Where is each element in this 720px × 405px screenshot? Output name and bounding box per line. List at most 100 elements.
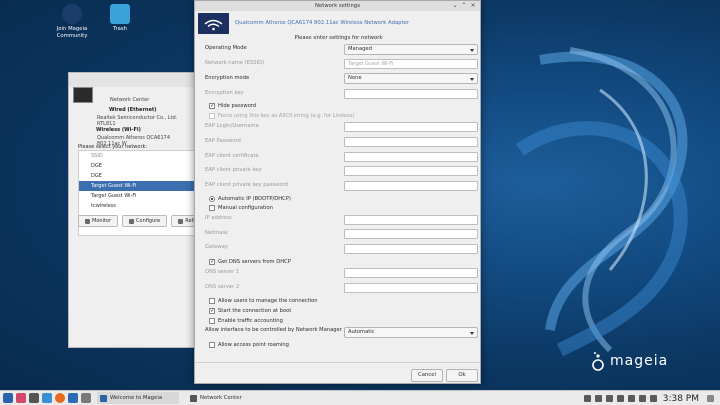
checkbox-empty-icon: [209, 318, 215, 324]
taskbar: Welcome to Mageia Network Center 3:38 PM: [0, 390, 720, 405]
tray-updates-icon[interactable]: [583, 395, 591, 402]
wired-desc: Realtek Semiconductor Co., Ltd. RTL811: [97, 115, 178, 127]
file-manager-icon[interactable]: [42, 393, 52, 403]
operating-mode-select[interactable]: Managed: [344, 44, 478, 55]
encryption-key-field[interactable]: [344, 89, 478, 99]
nm-control-select[interactable]: Automatic: [344, 327, 478, 338]
eap-key-password-label: EAP client private key password: [205, 182, 288, 188]
checkmark-icon: ✓: [209, 308, 215, 314]
checkbox-empty-icon: [209, 342, 215, 348]
ssid-field[interactable]: Target Guest Wi-Fi: [344, 59, 478, 69]
gateway-label: Gateway: [205, 244, 228, 250]
monitor-label: Monitor: [92, 218, 112, 224]
dns2-label: DNS server 2: [205, 284, 240, 290]
eap-login-label: EAP Login/Username: [205, 123, 259, 129]
network-center-task-icon: [190, 394, 197, 402]
eap-password-field[interactable]: [344, 137, 478, 147]
checkbox-empty-icon: [209, 113, 215, 119]
gateway-field[interactable]: [344, 244, 478, 254]
start-boot-label: Start the connection at boot: [218, 308, 292, 314]
wired-section[interactable]: Wired (Ethernet) Realtek Semiconductor C…: [73, 107, 194, 127]
auto-ip-radio[interactable]: Automatic IP (BOOTP/DHCP): [209, 196, 291, 202]
mageia-logo-text: mageia: [610, 353, 669, 369]
monitor-icon: [85, 218, 90, 224]
desktop-icon-trash[interactable]: Trash: [92, 4, 148, 33]
firefox-icon[interactable]: [55, 393, 65, 403]
network-center-buttons: Monitor Configure Refresh: [78, 215, 212, 227]
terminal-icon[interactable]: [29, 393, 39, 403]
netmask-field[interactable]: [344, 229, 478, 239]
chevron-down-icon: [470, 49, 474, 52]
maximize-icon[interactable]: ⌃: [461, 3, 467, 9]
clock[interactable]: 3:38 PM: [663, 394, 699, 404]
network-settings-dialog[interactable]: Network settings ⌄ ⌃ × Qualcomm Atheros …: [194, 0, 481, 384]
ok-button[interactable]: Ok: [446, 369, 478, 382]
cancel-button[interactable]: Cancel: [411, 369, 443, 382]
ssid-label: Network name (ESSID): [205, 60, 265, 66]
list-item[interactable]: tcwireless: [79, 201, 195, 211]
traffic-accounting-label: Enable traffic accounting: [218, 318, 283, 324]
task-welcome[interactable]: Welcome to Mageia: [97, 392, 179, 404]
tray-battery-icon[interactable]: [616, 395, 624, 402]
show-desktop-icon[interactable]: [707, 395, 714, 402]
welcome-icon: [100, 394, 107, 402]
eap-key-password-field[interactable]: [344, 181, 478, 191]
wifi-icon: [198, 13, 229, 34]
operating-mode-label: Operating Mode: [205, 45, 247, 51]
eap-key-field[interactable]: [344, 166, 478, 176]
minimize-icon[interactable]: ⌄: [452, 3, 458, 9]
allow-users-label: Allow users to manage the connection: [218, 298, 318, 304]
auto-ip-label: Automatic IP (BOOTP/DHCP): [218, 196, 291, 202]
refresh-icon: [178, 218, 184, 224]
list-item[interactable]: DGE: [79, 161, 195, 171]
ip-address-field[interactable]: [344, 215, 478, 225]
roaming-checkbox[interactable]: Allow access point roaming: [209, 342, 289, 348]
task-network-center[interactable]: Network Center: [187, 392, 279, 404]
mageia-community-icon: [62, 4, 82, 24]
tray-notification-icon[interactable]: [649, 395, 657, 402]
dns-dhcp-label: Get DNS servers from DHCP: [218, 259, 291, 265]
force-ascii-label: Force using this key as ASCII string (e.…: [218, 113, 355, 119]
force-ascii-checkbox[interactable]: Force using this key as ASCII string (e.…: [209, 113, 355, 119]
eap-cert-field[interactable]: [344, 152, 478, 162]
nm-control-value: Automatic: [348, 329, 375, 335]
list-item[interactable]: Target Guest Wi-Fi: [79, 191, 195, 201]
list-item[interactable]: DGE: [79, 171, 195, 181]
close-icon[interactable]: ×: [470, 3, 476, 9]
settings-prompt: Please enter settings for network: [294, 35, 383, 41]
dns1-label: DNS server 1: [205, 269, 240, 275]
dns-dhcp-checkbox[interactable]: ✓ Get DNS servers from DHCP: [209, 259, 291, 265]
app-menu-icon[interactable]: [3, 393, 13, 403]
tray-network-icon[interactable]: [638, 395, 646, 402]
traffic-accounting-checkbox[interactable]: Enable traffic accounting: [209, 318, 283, 324]
start-boot-checkbox[interactable]: ✓ Start the connection at boot: [209, 308, 291, 314]
wired-name: Wired (Ethernet): [109, 107, 157, 113]
settings-icon[interactable]: [81, 393, 91, 403]
encryption-mode-select[interactable]: None: [344, 73, 478, 84]
system-tray: 3:38 PM: [583, 391, 720, 405]
dns2-field[interactable]: [344, 283, 478, 293]
trash-icon: [110, 4, 130, 24]
roaming-label: Allow access point roaming: [218, 342, 289, 348]
desktop-icon-label: Trash: [113, 26, 127, 32]
network-center-title: Network Center: [110, 97, 150, 103]
dns1-field[interactable]: [344, 268, 478, 278]
network-center-window[interactable]: Network Center Wired (Ethernet) Realtek …: [68, 72, 212, 348]
manual-config-checkbox[interactable]: Manual configuration: [209, 205, 273, 211]
mageia-control-icon[interactable]: [68, 393, 78, 403]
configure-button[interactable]: Configure: [122, 215, 168, 227]
hide-password-label: Hide password: [218, 103, 257, 109]
list-item-selected[interactable]: Target Guest Wi-Fi: [79, 181, 195, 191]
radio-selected-icon: [209, 196, 215, 202]
tray-display-icon[interactable]: [594, 395, 602, 402]
tray-clipboard-icon[interactable]: [605, 395, 613, 402]
monitor-button[interactable]: Monitor: [78, 215, 119, 227]
hide-password-checkbox[interactable]: ✓ Hide password: [209, 103, 256, 109]
launcher-icon[interactable]: [16, 393, 26, 403]
tray-volume-icon[interactable]: [627, 395, 635, 402]
eap-login-field[interactable]: [344, 122, 478, 132]
ip-address-label: IP address: [205, 215, 232, 221]
encryption-mode-value: None: [348, 75, 362, 81]
allow-users-checkbox[interactable]: Allow users to manage the connection: [209, 298, 318, 304]
dialog-titlebar[interactable]: Network settings ⌄ ⌃ ×: [195, 1, 480, 11]
